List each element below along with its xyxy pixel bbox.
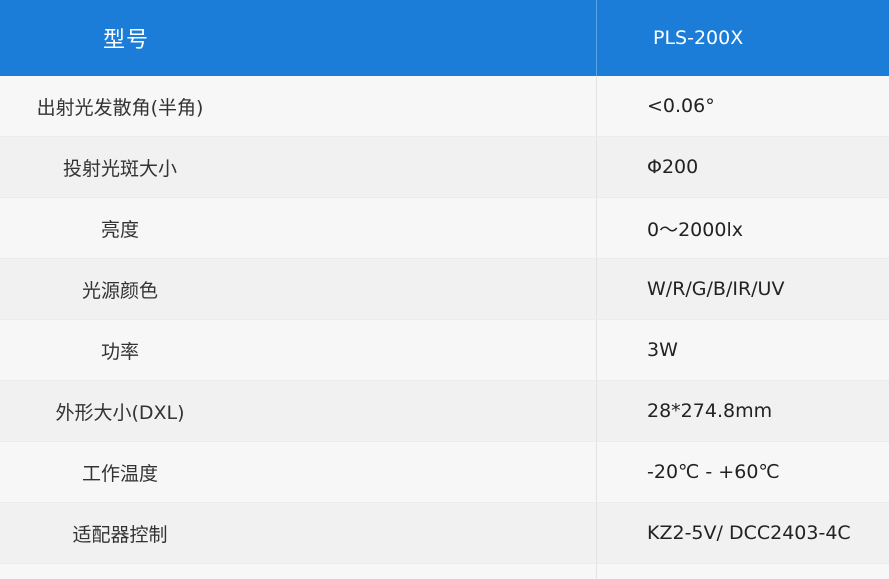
param-label: 出射光发散角(半角): [36, 96, 204, 119]
param-value-cell: -20℃ - +60℃: [597, 442, 889, 502]
param-label: 投射光斑大小: [62, 157, 177, 180]
header-value-model: PLS-200X: [653, 27, 744, 49]
table-row: 光源颜色 W/R/G/B/IR/UV: [0, 259, 889, 320]
param-value-cell: 0～2000lx: [597, 198, 889, 258]
spec-table: 型号 PLS-200X 出射光发散角(半角) <0.06° 投射光斑大小 Φ20…: [0, 0, 889, 579]
table-row: 投射光斑大小 Φ200: [0, 137, 889, 198]
param-value: 0～2000lx: [647, 218, 743, 241]
param-value-cell: <0.06°: [597, 76, 889, 136]
param-label-cell: 出射光发散角(半角): [0, 76, 597, 136]
header-value-cell: PLS-200X: [597, 0, 889, 76]
header-label-model: 型号: [103, 28, 150, 53]
param-value-cell: Φ200: [597, 137, 889, 197]
param-value-cell: KZ2-5V/ DCC2403-4C: [597, 503, 889, 563]
empty-value-cell: [597, 564, 889, 579]
table-row-empty: [0, 564, 889, 579]
param-label-cell: 投射光斑大小: [0, 137, 597, 197]
param-label-cell: 功率: [0, 320, 597, 380]
param-label: 适配器控制: [72, 523, 168, 546]
table-row: 出射光发散角(半角) <0.06°: [0, 76, 889, 137]
param-label-cell: 工作温度: [0, 442, 597, 502]
table-row: 工作温度 -20℃ - +60℃: [0, 442, 889, 503]
param-label: 工作温度: [81, 462, 158, 485]
header-label-cell: 型号: [0, 0, 597, 76]
param-label: 功率: [100, 340, 139, 363]
param-value: Φ200: [647, 156, 699, 178]
param-value-cell: W/R/G/B/IR/UV: [597, 259, 889, 319]
param-label: 亮度: [100, 218, 139, 241]
param-label-cell: 光源颜色: [0, 259, 597, 319]
param-value: W/R/G/B/IR/UV: [647, 278, 785, 300]
param-label-cell: 外形大小(DXL): [0, 381, 597, 441]
param-value: 3W: [647, 339, 678, 361]
param-value: KZ2-5V/ DCC2403-4C: [647, 522, 851, 544]
empty-label-cell: [0, 564, 597, 579]
param-value-cell: 28*274.8mm: [597, 381, 889, 441]
param-value: <0.06°: [647, 95, 715, 117]
param-label: 外形大小(DXL): [55, 401, 185, 424]
table-row: 适配器控制 KZ2-5V/ DCC2403-4C: [0, 503, 889, 564]
table-row: 功率 3W: [0, 320, 889, 381]
table-row: 亮度 0～2000lx: [0, 198, 889, 259]
param-label-cell: 适配器控制: [0, 503, 597, 563]
param-value: -20℃ - +60℃: [647, 461, 780, 483]
param-value-cell: 3W: [597, 320, 889, 380]
param-label-cell: 亮度: [0, 198, 597, 258]
param-value: 28*274.8mm: [647, 400, 773, 422]
param-label: 光源颜色: [81, 279, 158, 302]
table-row: 外形大小(DXL) 28*274.8mm: [0, 381, 889, 442]
table-header-row: 型号 PLS-200X: [0, 0, 889, 76]
